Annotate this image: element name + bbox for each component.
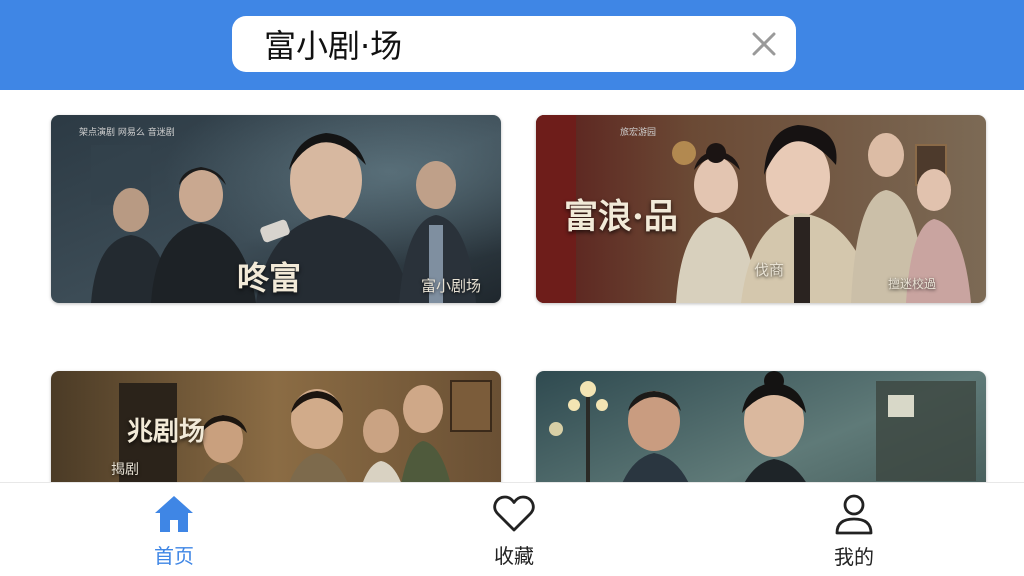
drama-credits-2: 旅宏游园 [620,128,657,138]
nav-home-label: 首页 [154,544,194,568]
drama-badge-2: 擅迷校過 [888,277,937,291]
nav-profile-label: 我的 [834,545,874,569]
bottom-nav: 首页 收藏 我的 [0,482,1024,576]
app-screen: 架点演剧 网易么 音迷剧 咚富 富小剧场 [0,0,1024,576]
search-input[interactable] [264,25,736,63]
user-icon [832,493,876,535]
search-box[interactable] [232,16,796,72]
nav-favorites-label: 收藏 [494,544,534,568]
home-icon [152,493,196,534]
clear-search-button[interactable] [748,28,780,60]
drama-poster-4 [536,371,986,482]
close-icon [752,32,776,56]
drama-title-1: 咚富 [237,259,302,297]
top-header [0,0,1024,90]
nav-favorites[interactable]: 收藏 [454,493,574,569]
nav-home[interactable]: 首页 [114,493,234,569]
drama-title-3: 兆剧场 [127,417,206,447]
drama-subtitle-3: 揭剧 [111,462,139,478]
drama-credits-1: 架点演剧 网易么 音迷剧 [79,128,175,138]
drama-card-4[interactable] [536,371,986,482]
drama-subtitle-1: 富小剧场 [421,277,482,295]
drama-title-2: 富浪·品 [564,197,678,237]
drama-card-3[interactable]: 兆剧场 揭剧 [51,371,501,482]
drama-subtitle-2: 伐商 [754,261,785,279]
drama-card-2[interactable]: 旅宏游园 富浪·品 伐商 擅迷校過 [536,115,986,303]
drama-card-1[interactable]: 架点演剧 网易么 音迷剧 咚富 富小剧场 [51,115,501,303]
nav-profile[interactable]: 我的 [794,493,914,569]
heart-icon [492,493,536,534]
drama-grid: 架点演剧 网易么 音迷剧 咚富 富小剧场 旅宏游园 富浪·品 伐商 擅迷校過 兆… [0,90,1024,482]
